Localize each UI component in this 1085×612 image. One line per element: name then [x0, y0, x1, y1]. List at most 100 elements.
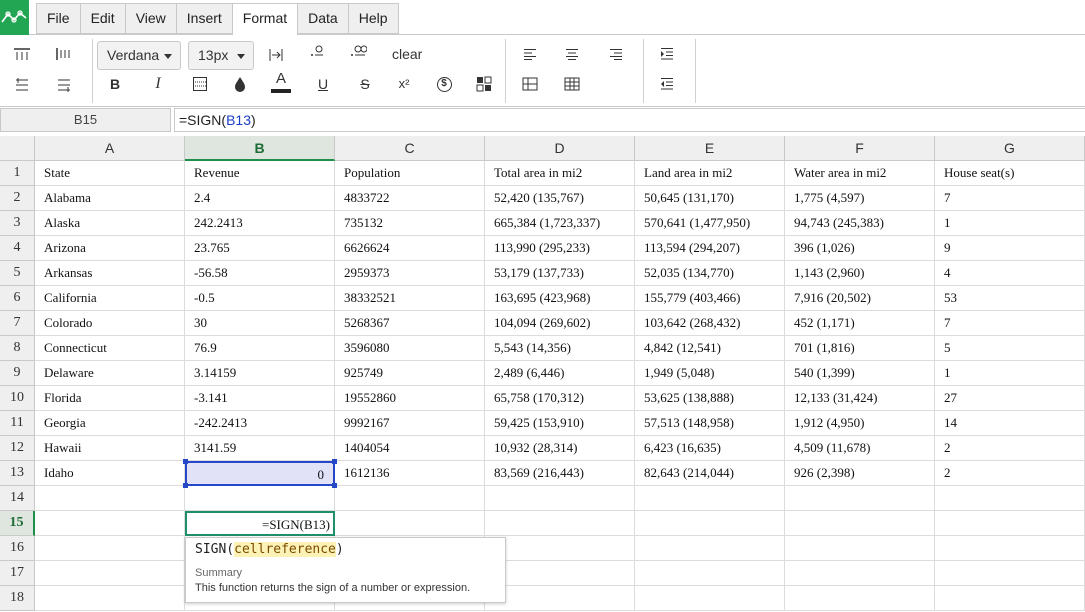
font-size-select[interactable]: 13px — [188, 41, 254, 70]
decrease-decimal-icon[interactable] — [305, 41, 327, 63]
border-style-icon[interactable] — [189, 73, 211, 95]
menu-help[interactable]: Help — [347, 3, 399, 34]
row-header-7[interactable]: 7 — [0, 311, 35, 336]
cell-d11[interactable]: 59,425 (153,910) — [485, 411, 635, 436]
cell-b14[interactable] — [185, 486, 335, 511]
cell-a1[interactable]: State — [35, 161, 185, 186]
align-left-icon[interactable] — [519, 43, 541, 65]
cell-c4[interactable]: 6626624 — [335, 236, 485, 261]
cell-a3[interactable]: Alaska — [35, 211, 185, 236]
row-header-3[interactable]: 3 — [0, 211, 35, 236]
indent-increase-icon[interactable] — [656, 43, 678, 65]
cell-e14[interactable] — [635, 486, 785, 511]
cell-b6[interactable]: -0.5 — [185, 286, 335, 311]
cell-b11[interactable]: -242.2413 — [185, 411, 335, 436]
cell-d10[interactable]: 65,758 (170,312) — [485, 386, 635, 411]
cell-e8[interactable]: 4,842 (12,541) — [635, 336, 785, 361]
clear-format-button[interactable]: clear — [392, 46, 422, 62]
font-family-select[interactable]: Verdana — [97, 41, 181, 70]
cell-d3[interactable]: 665,384 (1,723,337) — [485, 211, 635, 236]
cell-f13[interactable]: 926 (2,398) — [785, 461, 935, 486]
underline-button[interactable]: U — [312, 73, 334, 95]
cell-b12[interactable]: 3141.59 — [185, 436, 335, 461]
cell-b15-editor[interactable]: =SIGN(B13) — [185, 511, 335, 536]
cell-a16[interactable] — [35, 536, 185, 561]
row-header-18[interactable]: 18 — [0, 586, 35, 611]
cell-c8[interactable]: 3596080 — [335, 336, 485, 361]
cell-a10[interactable]: Florida — [35, 386, 185, 411]
cell-f17[interactable] — [785, 561, 935, 586]
row-header-12[interactable]: 12 — [0, 436, 35, 461]
cell-e15[interactable] — [635, 511, 785, 536]
menu-edit[interactable]: Edit — [79, 3, 125, 34]
column-header-c[interactable]: C — [335, 136, 485, 161]
freeze-cols-icon[interactable] — [53, 43, 75, 65]
cell-e13[interactable]: 82,643 (214,044) — [635, 461, 785, 486]
select-all-corner[interactable] — [0, 136, 35, 161]
cell-g3[interactable]: 1 — [935, 211, 1085, 236]
cell-b5[interactable]: -56.58 — [185, 261, 335, 286]
freeze-rows-icon[interactable] — [11, 43, 33, 65]
cell-g1[interactable]: House seat(s) — [935, 161, 1085, 186]
cell-a17[interactable] — [35, 561, 185, 586]
cell-a12[interactable]: Hawaii — [35, 436, 185, 461]
cell-c15[interactable] — [335, 511, 485, 536]
row-header-11[interactable]: 11 — [0, 411, 35, 436]
cell-b3[interactable]: 242.2413 — [185, 211, 335, 236]
cell-b7[interactable]: 30 — [185, 311, 335, 336]
column-header-d[interactable]: D — [485, 136, 635, 161]
cell-d5[interactable]: 53,179 (137,733) — [485, 261, 635, 286]
cell-c13[interactable]: 1612136 — [335, 461, 485, 486]
cell-a2[interactable]: Alabama — [35, 186, 185, 211]
column-header-a[interactable]: A — [35, 136, 185, 161]
cell-g8[interactable]: 5 — [935, 336, 1085, 361]
cell-reference-box[interactable]: B15 — [0, 108, 171, 132]
cell-g2[interactable]: 7 — [935, 186, 1085, 211]
cell-f5[interactable]: 1,143 (2,960) — [785, 261, 935, 286]
cell-c14[interactable] — [335, 486, 485, 511]
cell-g17[interactable] — [935, 561, 1085, 586]
row-header-8[interactable]: 8 — [0, 336, 35, 361]
menu-insert[interactable]: Insert — [175, 3, 232, 34]
cell-f11[interactable]: 1,912 (4,950) — [785, 411, 935, 436]
formula-input[interactable]: =SIGN(B13) — [174, 108, 1085, 132]
align-outdent-icon[interactable] — [53, 74, 75, 96]
cell-a11[interactable]: Georgia — [35, 411, 185, 436]
cell-b2[interactable]: 2.4 — [185, 186, 335, 211]
cell-a14[interactable] — [35, 486, 185, 511]
cell-a15[interactable] — [35, 511, 185, 536]
cell-d12[interactable]: 10,932 (28,314) — [485, 436, 635, 461]
cell-e12[interactable]: 6,423 (16,635) — [635, 436, 785, 461]
cell-f14[interactable] — [785, 486, 935, 511]
cell-e17[interactable] — [635, 561, 785, 586]
cell-d15[interactable] — [485, 511, 635, 536]
strikethrough-button[interactable]: S — [354, 73, 376, 95]
cell-e10[interactable]: 53,625 (138,888) — [635, 386, 785, 411]
cell-g10[interactable]: 27 — [935, 386, 1085, 411]
cell-f6[interactable]: 7,916 (20,502) — [785, 286, 935, 311]
cell-c1[interactable]: Population — [335, 161, 485, 186]
cell-b8[interactable]: 76.9 — [185, 336, 335, 361]
cell-e5[interactable]: 52,035 (134,770) — [635, 261, 785, 286]
cell-d16[interactable] — [485, 536, 635, 561]
row-header-16[interactable]: 16 — [0, 536, 35, 561]
cell-c9[interactable]: 925749 — [335, 361, 485, 386]
cell-a6[interactable]: California — [35, 286, 185, 311]
cell-a9[interactable]: Delaware — [35, 361, 185, 386]
cell-a13[interactable]: Idaho — [35, 461, 185, 486]
cell-f7[interactable]: 452 (1,171) — [785, 311, 935, 336]
italic-button[interactable]: I — [147, 73, 169, 95]
menu-view[interactable]: View — [124, 3, 176, 34]
cell-a4[interactable]: Arizona — [35, 236, 185, 261]
cell-f4[interactable]: 396 (1,026) — [785, 236, 935, 261]
cell-c5[interactable]: 2959373 — [335, 261, 485, 286]
bold-button[interactable]: B — [104, 73, 126, 95]
cell-d6[interactable]: 163,695 (423,968) — [485, 286, 635, 311]
increase-decimal-icon[interactable] — [347, 41, 369, 63]
selection-handle[interactable] — [332, 459, 337, 464]
fill-color-icon[interactable] — [229, 73, 251, 95]
row-header-4[interactable]: 4 — [0, 236, 35, 261]
selection-handle[interactable] — [183, 483, 188, 488]
function-signature[interactable]: SIGN(cellreference) — [195, 542, 344, 557]
conditional-format-icon[interactable] — [473, 73, 495, 95]
